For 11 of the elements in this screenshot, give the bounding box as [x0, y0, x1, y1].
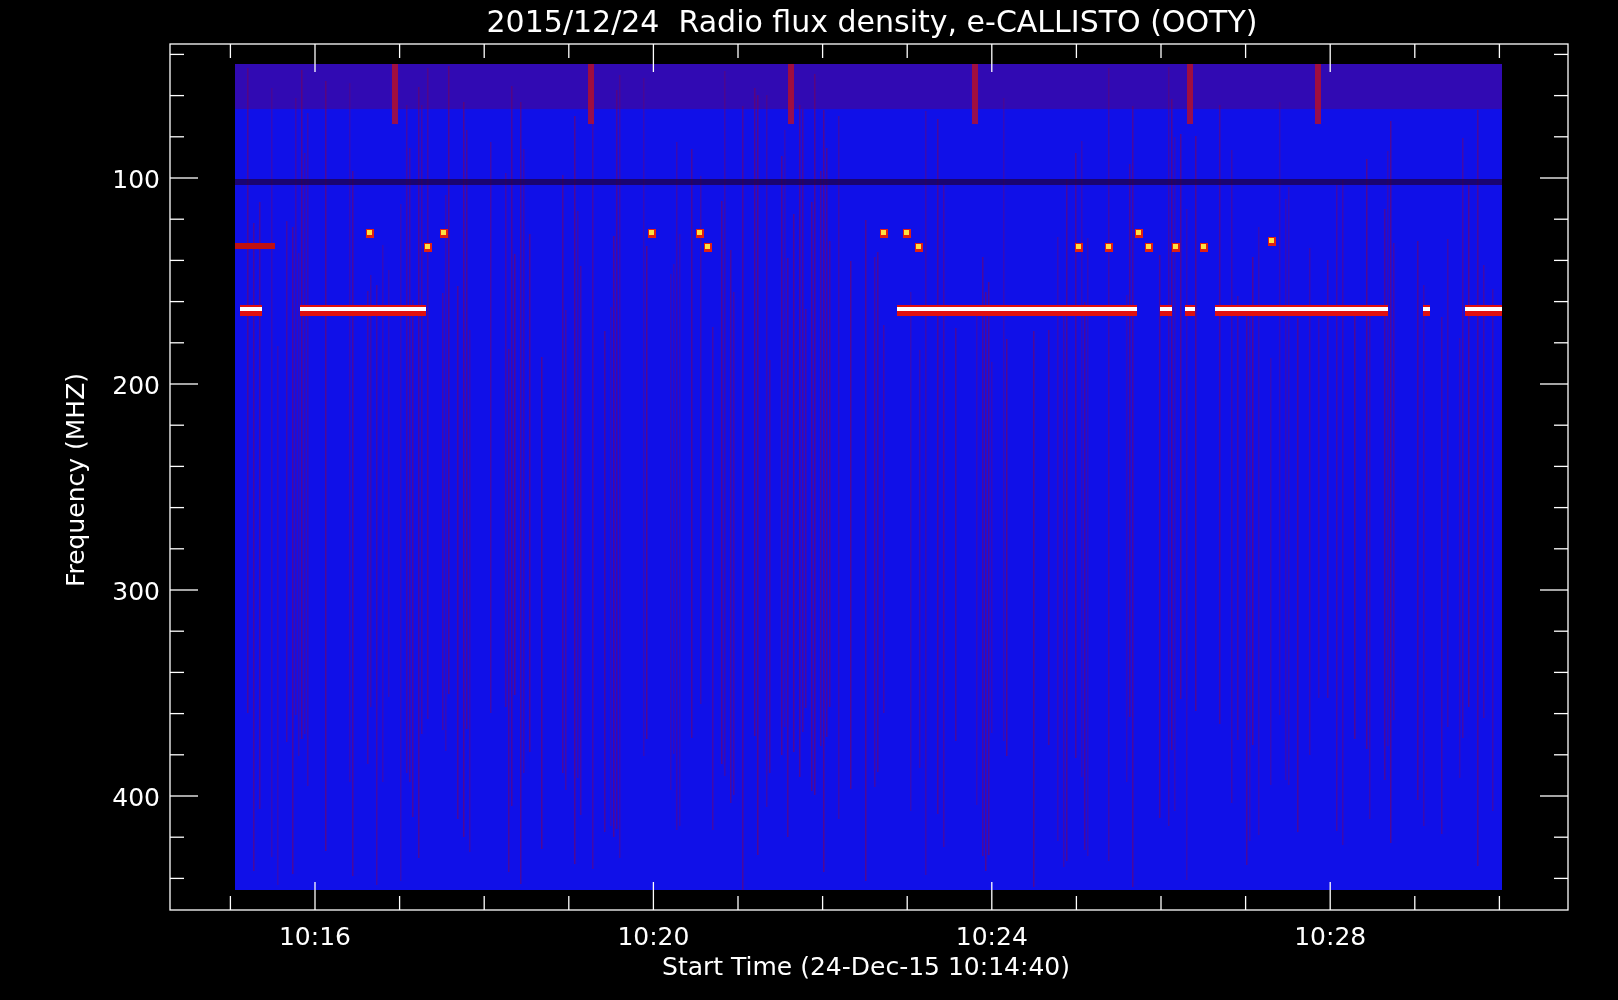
y-tick-label: 100 — [112, 165, 160, 194]
x-tick-label: 10:20 — [617, 922, 690, 951]
x-tick-label: 10:28 — [1294, 922, 1367, 951]
x-axis-label: Start Time (24-Dec-15 10:14:40) — [662, 952, 1070, 981]
y-tick-label: 400 — [112, 783, 160, 812]
y-tick-label: 200 — [112, 371, 160, 400]
plot-title: 2015/12/24 Radio flux density, e-CALLISTO (OOTY) — [486, 4, 1258, 39]
y-tick-label: 300 — [112, 577, 160, 606]
y-axis-label: Frequency (MHZ) — [61, 372, 90, 588]
x-tick-label: 10:24 — [955, 922, 1028, 951]
x-tick-label: 10:16 — [279, 922, 351, 951]
